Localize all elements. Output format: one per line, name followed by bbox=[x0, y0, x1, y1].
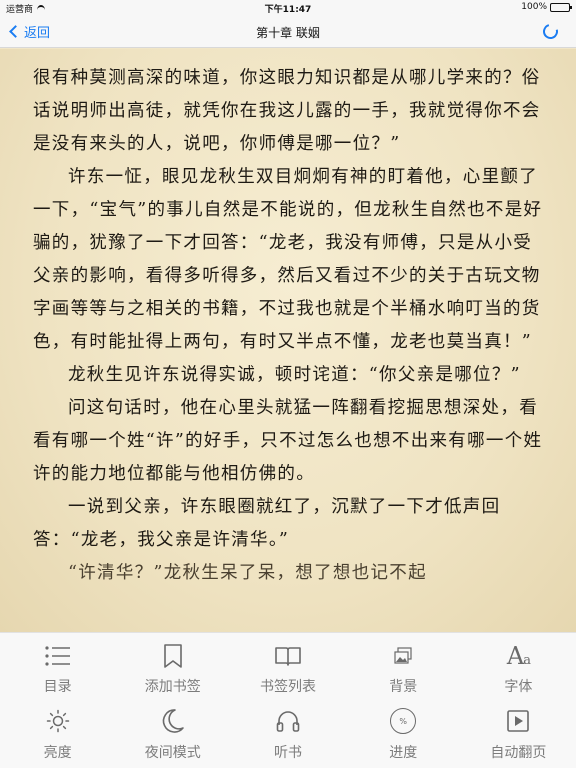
paragraph: 许东一怔，眼见龙秋生双目炯炯有神的盯着他，心里颤了一下，“宝气”的事儿自然是不能… bbox=[33, 167, 543, 352]
toolbar-row-primary: 目录 添加书签 书签列表 背景 Aa 字体 bbox=[0, 633, 576, 701]
toolbar-button-play[interactable]: 自动翻页 bbox=[461, 701, 576, 768]
paragraph: 龙秋生见许东说得实诚，顿时诧道：“你父亲是哪位？” bbox=[68, 365, 521, 385]
chapter-title: 第十章 联姻 bbox=[256, 26, 320, 40]
bookmark-icon bbox=[158, 641, 188, 671]
sun-icon bbox=[43, 706, 73, 736]
battery-percent: 100% bbox=[521, 2, 547, 12]
toolbar-label: 字体 bbox=[504, 679, 533, 695]
paragraph: 一说到父亲，许东眼圈就红了，沉默了一下才低声回答：“龙老，我父亲是许清华。” bbox=[33, 497, 501, 550]
toolbar-button-sun[interactable]: 亮度 bbox=[0, 701, 115, 768]
toolbar-button-open-book[interactable]: 书签列表 bbox=[230, 633, 345, 701]
open-book-icon bbox=[273, 641, 303, 671]
clock: 下午11:47 bbox=[264, 5, 312, 15]
paragraph: “许清华？”龙秋生呆了呆，想了想也记不起 bbox=[68, 563, 427, 583]
battery-icon bbox=[550, 2, 572, 12]
toolbar-button-image[interactable]: 背景 bbox=[346, 633, 461, 701]
paragraph: 很有种莫测高深的味道，你这眼力知识都是从哪儿学来的？俗话说明师出高徒，就凭你在我… bbox=[33, 68, 541, 154]
status-bar: 运营商 下午11:47 100% bbox=[0, 0, 576, 16]
nav-bar: 返回 第十章 联姻 bbox=[0, 16, 576, 48]
toolbar-button-headphones[interactable]: 听书 bbox=[230, 701, 345, 768]
toolbar-button-bookmark[interactable]: 添加书签 bbox=[115, 633, 230, 701]
toolbar-label: 书签列表 bbox=[260, 679, 316, 695]
toolbar-button-font[interactable]: Aa 字体 bbox=[461, 633, 576, 701]
toolbar-label: 目录 bbox=[43, 679, 72, 695]
reading-area[interactable]: 很有种莫测高深的味道，你这眼力知识都是从哪儿学来的？俗话说明师出高徒，就凭你在我… bbox=[0, 49, 576, 632]
toolbar-button-moon[interactable]: 夜间模式 bbox=[115, 701, 230, 768]
progress-icon: % bbox=[388, 706, 418, 736]
font-icon: Aa bbox=[506, 642, 531, 670]
chapter-text: 很有种莫测高深的味道，你这眼力知识都是从哪儿学来的？俗话说明师出高徒，就凭你在我… bbox=[33, 62, 545, 590]
list-icon bbox=[43, 641, 73, 671]
paragraph: 问这句话时，他在心里头就猛一阵翻看挖掘思想深处，看看有哪一个姓“许”的好手，只不… bbox=[33, 398, 543, 484]
toolbar-label: 进度 bbox=[389, 745, 418, 761]
toolbar-button-progress[interactable]: % 进度 bbox=[346, 701, 461, 768]
toolbar-label: 背景 bbox=[389, 679, 418, 695]
toolbar-label: 听书 bbox=[274, 745, 302, 761]
toolbar-button-list[interactable]: 目录 bbox=[0, 633, 115, 701]
toolbar-row-secondary: 亮度 夜间模式 听书% 进度 自动翻页 bbox=[0, 701, 576, 768]
toolbar-label: 夜间模式 bbox=[144, 745, 201, 761]
play-icon bbox=[503, 706, 533, 736]
reader-toolbar: 目录 添加书签 书签列表 背景 Aa 字体 亮度 夜间模式 听书% 进度 自动翻页 bbox=[0, 632, 576, 768]
moon-icon bbox=[158, 706, 188, 736]
battery-status: 100% bbox=[521, 2, 572, 12]
image-icon bbox=[388, 641, 418, 671]
toolbar-label: 亮度 bbox=[43, 745, 72, 761]
toolbar-label: 添加书签 bbox=[144, 679, 201, 695]
toolbar-label: 自动翻页 bbox=[490, 745, 547, 761]
headphones-icon bbox=[273, 706, 303, 736]
